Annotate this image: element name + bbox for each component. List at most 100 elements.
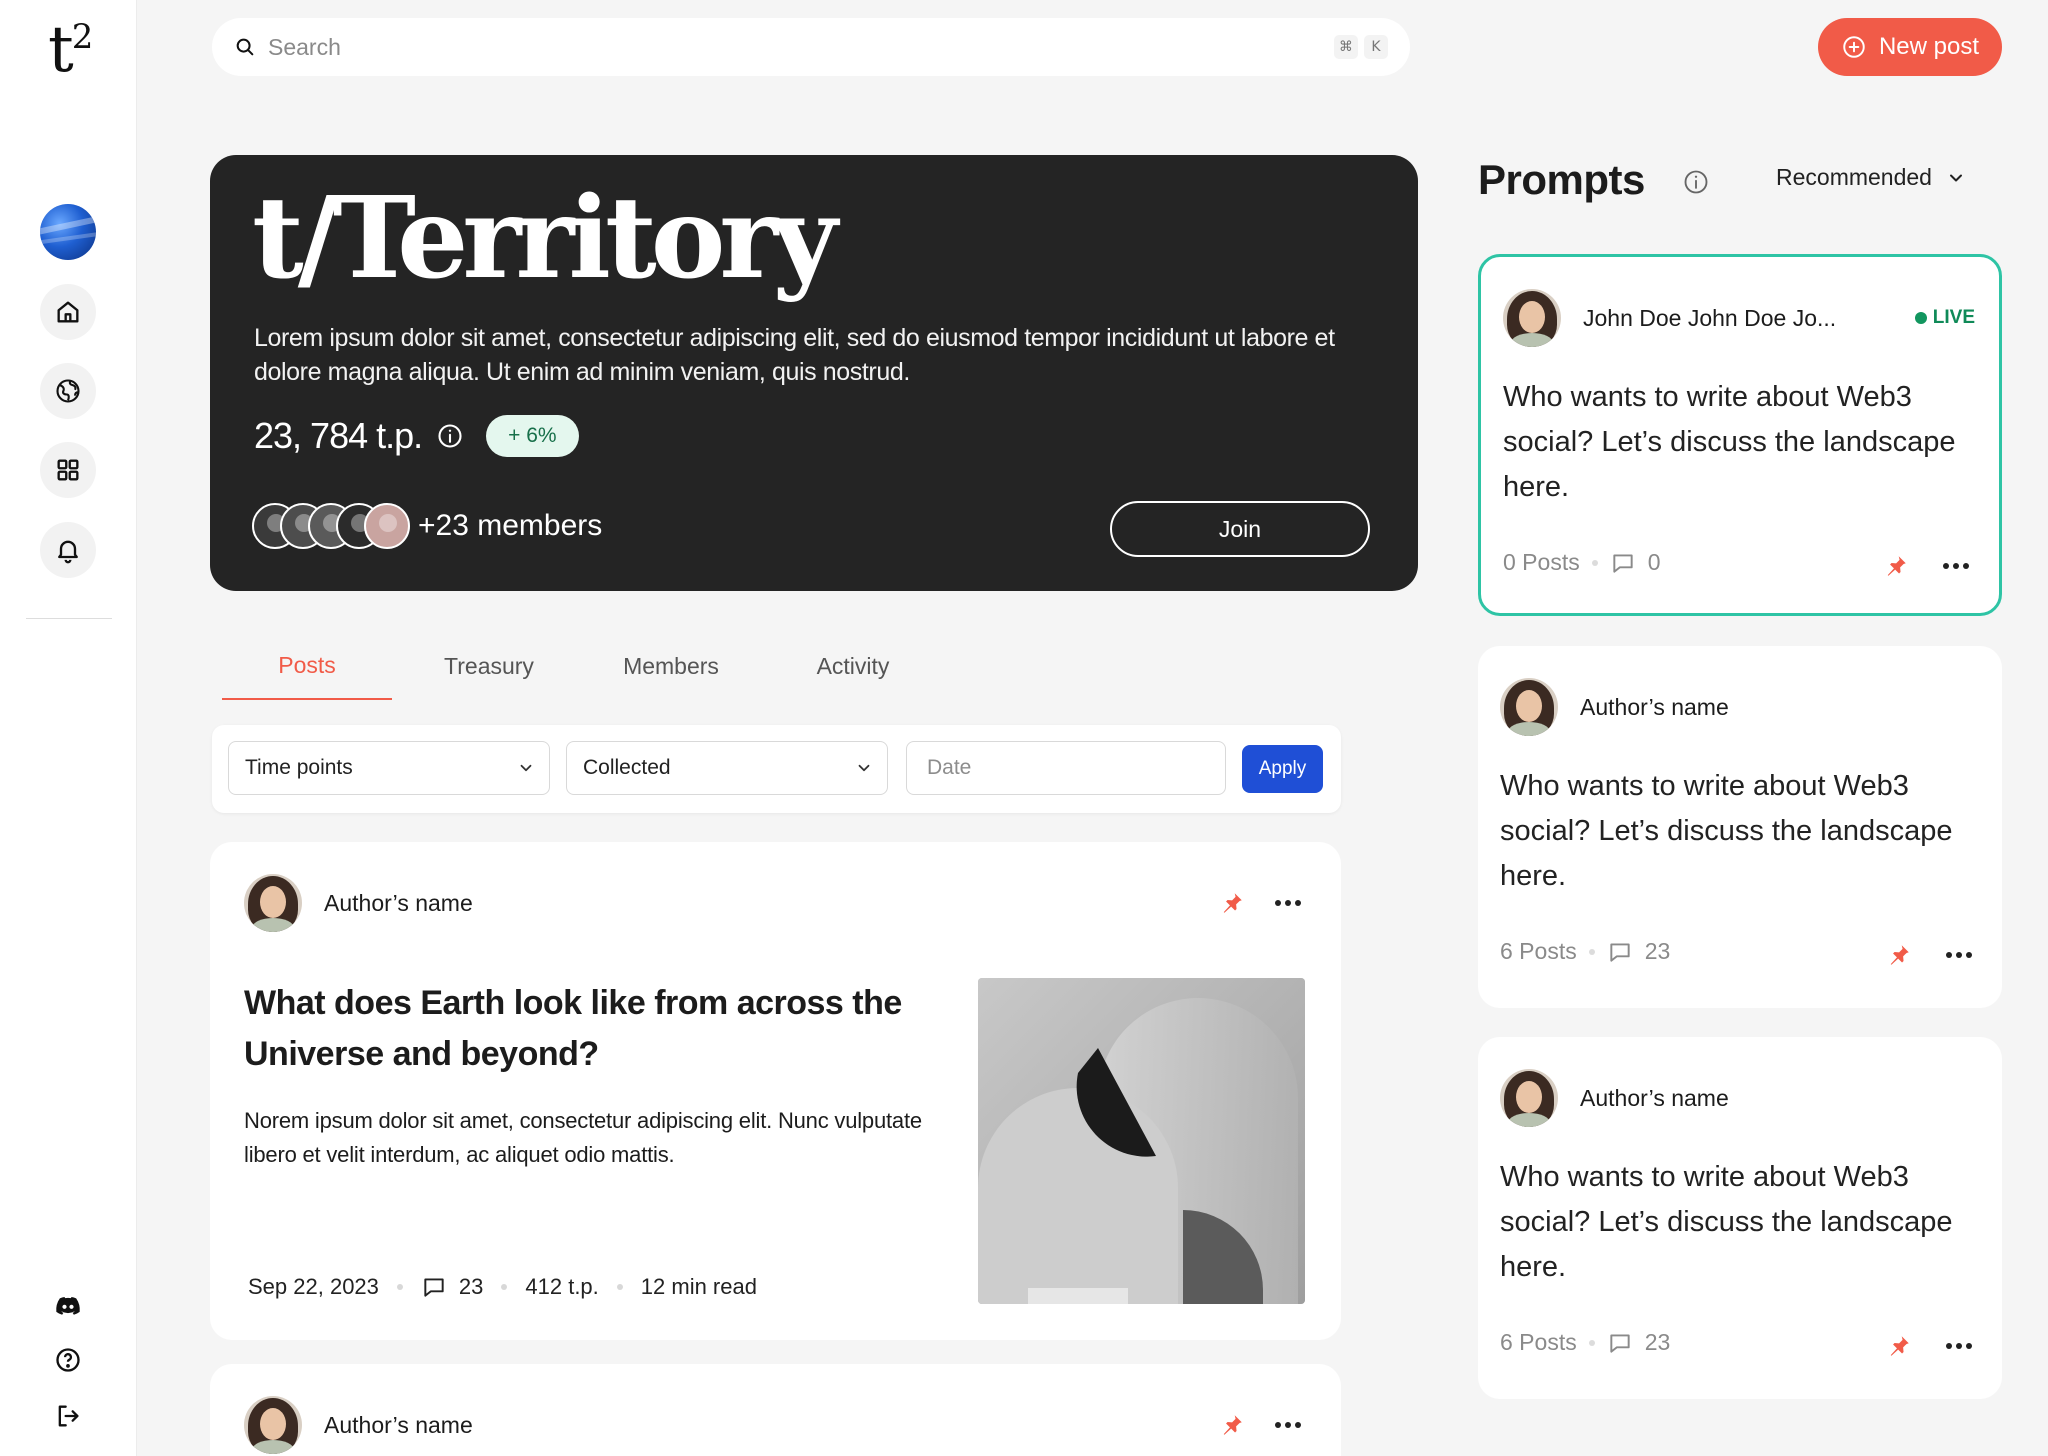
prompt-card-live[interactable]: John Doe John Doe Jo... LIVE Who wants t… bbox=[1478, 254, 2002, 616]
search-icon bbox=[236, 38, 254, 56]
tab-members[interactable]: Members bbox=[586, 632, 756, 700]
more-options-icon[interactable] bbox=[1275, 1422, 1301, 1428]
post-points: 412 t.p. bbox=[525, 1274, 599, 1299]
comment-icon bbox=[1613, 553, 1633, 573]
tab-posts[interactable]: Posts bbox=[222, 632, 392, 700]
prompt-comments-count: 0 bbox=[1647, 549, 1661, 575]
globe-icon bbox=[56, 379, 80, 403]
author-avatar bbox=[1500, 678, 1558, 736]
new-post-button[interactable]: New post bbox=[1818, 18, 2002, 76]
prompt-stats: 6 Posts 23 bbox=[1500, 938, 1670, 965]
prompt-text: Who wants to write about Web3 social? Le… bbox=[1500, 770, 1953, 892]
sidebar: t2 bbox=[0, 0, 137, 1456]
time-points-select[interactable]: Time points bbox=[228, 741, 550, 795]
prompt-author[interactable]: Author’s name bbox=[1500, 1069, 1729, 1127]
more-options-icon[interactable] bbox=[1946, 1343, 1972, 1349]
member-avatar bbox=[364, 503, 410, 549]
apply-button[interactable]: Apply bbox=[1242, 745, 1323, 793]
author-avatar bbox=[244, 1396, 302, 1454]
comment-icon bbox=[424, 1278, 444, 1297]
post-comments-count: 23 bbox=[458, 1274, 484, 1299]
author-name: John Doe John Doe Jo... bbox=[1583, 304, 1837, 331]
info-icon[interactable] bbox=[1682, 168, 1710, 196]
prompt-actions bbox=[1886, 942, 1972, 968]
prompt-actions bbox=[1883, 553, 1969, 579]
time-points-select-value: Time points bbox=[245, 756, 353, 779]
prompt-stats: 0 Posts 0 bbox=[1503, 549, 1661, 576]
prompt-text: Who wants to write about Web3 social? Le… bbox=[1500, 1161, 1953, 1283]
tab-treasury[interactable]: Treasury bbox=[404, 632, 574, 700]
tab-activity[interactable]: Activity bbox=[768, 632, 938, 700]
prompt-posts-count: 0 Posts bbox=[1503, 549, 1580, 575]
grid-icon bbox=[57, 459, 79, 481]
live-badge: LIVE bbox=[1914, 307, 1975, 329]
chevron-down-icon bbox=[858, 764, 870, 772]
post-excerpt: Norem ipsum dolor sit amet, consectetur … bbox=[244, 1108, 922, 1167]
post-actions bbox=[1219, 890, 1301, 916]
chevron-down-icon bbox=[1949, 174, 1962, 181]
post-author[interactable]: Author’s name bbox=[244, 1396, 473, 1454]
prompt-comments-count: 23 bbox=[1644, 1329, 1671, 1355]
collected-select[interactable]: Collected bbox=[566, 741, 888, 795]
post-meta: Sep 22, 2023 23 412 t.p. 12 min read bbox=[248, 1274, 757, 1300]
post-author[interactable]: Author’s name bbox=[244, 874, 473, 932]
territory-description: Lorem ipsum dolor sit amet, consectetur … bbox=[254, 324, 1335, 386]
territory-title: t/Territory bbox=[252, 173, 837, 304]
sidebar-divider bbox=[26, 618, 112, 619]
chevron-down-icon bbox=[520, 764, 532, 772]
sidebar-item-explore[interactable] bbox=[40, 363, 96, 419]
prompt-posts-count: 6 Posts bbox=[1500, 1329, 1577, 1355]
pin-icon[interactable] bbox=[1886, 1333, 1912, 1359]
search-bar[interactable]: ⌘ K bbox=[212, 18, 1410, 76]
territory-tabs: Posts Treasury Members Activity bbox=[222, 632, 950, 700]
comment-icon bbox=[1610, 942, 1630, 962]
date-input[interactable] bbox=[906, 741, 1226, 795]
sidebar-item-dashboard[interactable] bbox=[40, 442, 96, 498]
pin-icon[interactable] bbox=[1883, 553, 1909, 579]
help-icon bbox=[56, 1348, 80, 1372]
prompts-sort-dropdown[interactable]: Recommended bbox=[1776, 164, 1966, 191]
points-change-badge: + 6% bbox=[486, 415, 579, 457]
prompt-author[interactable]: John Doe John Doe Jo... bbox=[1503, 289, 1836, 347]
pin-icon[interactable] bbox=[1219, 1412, 1245, 1438]
post-title[interactable]: What does Earth look like from across th… bbox=[244, 978, 944, 1080]
info-icon[interactable] bbox=[436, 422, 464, 450]
pin-icon[interactable] bbox=[1219, 890, 1245, 916]
author-name: Author’s name bbox=[1580, 693, 1729, 720]
logout-button[interactable] bbox=[48, 1396, 88, 1436]
join-button[interactable]: Join bbox=[1110, 501, 1370, 557]
prompt-comments-count: 23 bbox=[1644, 938, 1671, 964]
author-avatar bbox=[244, 874, 302, 932]
author-name: Author’s name bbox=[324, 889, 473, 916]
post-date: Sep 22, 2023 bbox=[248, 1274, 379, 1299]
prompt-card[interactable]: Author’s name Who wants to write about W… bbox=[1478, 646, 2002, 1008]
author-name: Author’s name bbox=[324, 1411, 473, 1438]
post-card[interactable]: Author’s name bbox=[210, 1364, 1341, 1456]
sidebar-item-notifications[interactable] bbox=[40, 522, 96, 578]
prompt-author[interactable]: Author’s name bbox=[1500, 678, 1729, 736]
author-avatar bbox=[1503, 289, 1561, 347]
sidebar-item-home[interactable] bbox=[40, 284, 96, 340]
territory-hero: t/Territory Lorem ipsum dolor sit amet, … bbox=[210, 155, 1418, 591]
pin-icon[interactable] bbox=[1886, 942, 1912, 968]
app-logo[interactable]: t2 bbox=[48, 18, 95, 82]
discord-icon bbox=[56, 1297, 80, 1315]
post-card[interactable]: Author’s name What does Earth look like … bbox=[210, 842, 1341, 1340]
collected-select-value: Collected bbox=[583, 756, 671, 779]
more-options-icon[interactable] bbox=[1946, 952, 1972, 958]
prompt-stats: 6 Posts 23 bbox=[1500, 1329, 1670, 1356]
new-post-label: New post bbox=[1878, 33, 1980, 60]
more-options-icon[interactable] bbox=[1275, 900, 1301, 906]
prompts-heading: Prompts bbox=[1478, 156, 1645, 203]
more-options-icon[interactable] bbox=[1943, 563, 1969, 569]
post-thumbnail[interactable] bbox=[978, 978, 1305, 1304]
user-avatar[interactable] bbox=[40, 204, 96, 260]
search-input[interactable] bbox=[268, 33, 1328, 61]
bell-icon bbox=[58, 540, 78, 564]
abstract-sculpture-image bbox=[978, 978, 1305, 1304]
member-avatars[interactable]: +23 members bbox=[252, 503, 602, 549]
discord-link[interactable] bbox=[48, 1286, 88, 1326]
prompt-card[interactable]: Author’s name Who wants to write about W… bbox=[1478, 1037, 2002, 1399]
help-button[interactable] bbox=[48, 1340, 88, 1380]
prompt-actions bbox=[1886, 1333, 1972, 1359]
